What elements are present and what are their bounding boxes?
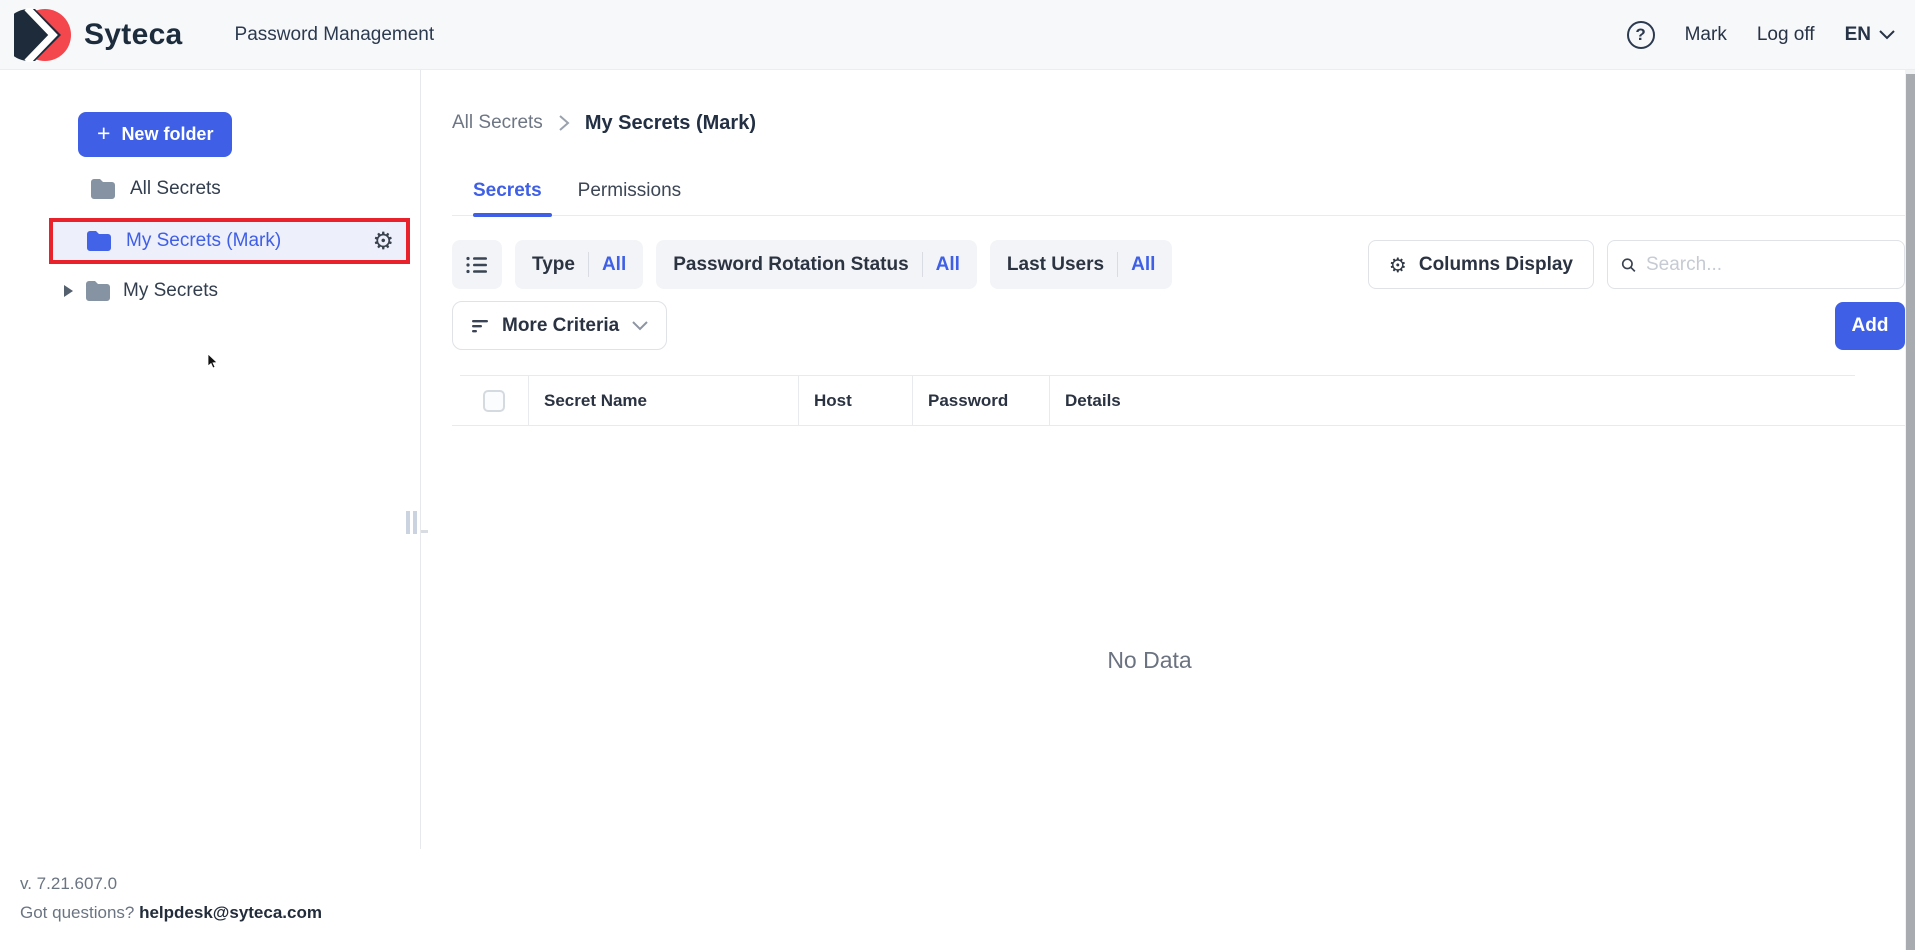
- search-input[interactable]: [1646, 254, 1891, 276]
- filter-password-rotation-status[interactable]: Password Rotation Status All: [656, 240, 977, 289]
- table-header-border: [452, 425, 1913, 426]
- filter-lines-icon: [471, 319, 489, 333]
- sidebar-item-label: My Secrets: [123, 280, 218, 302]
- criteria-toolbar: More Criteria Add: [452, 301, 1905, 350]
- chip-divider: [588, 252, 589, 277]
- select-all-checkbox[interactable]: [483, 390, 505, 412]
- brand-name: Syteca: [84, 18, 183, 52]
- search-icon: [1621, 255, 1636, 275]
- sidebar-item-all-secrets[interactable]: All Secrets: [90, 166, 221, 212]
- vertical-scrollbar: [1905, 70, 1915, 950]
- version-text: v. 7.21.607.0: [20, 874, 322, 894]
- stray-mark: [421, 530, 428, 533]
- tab-secrets[interactable]: Secrets: [473, 180, 542, 202]
- filter-type-value[interactable]: All: [602, 254, 626, 276]
- footer: v. 7.21.607.0 Got questions? helpdesk@sy…: [20, 874, 322, 923]
- chip-divider: [1117, 252, 1118, 277]
- tab-permissions[interactable]: Permissions: [578, 180, 681, 202]
- folder-icon: [90, 178, 116, 200]
- folder-icon: [85, 280, 111, 302]
- filter-type[interactable]: Type All: [515, 240, 643, 289]
- filter-last-users-label: Last Users: [1007, 254, 1104, 276]
- page-title: Password Management: [235, 24, 435, 46]
- column-header-secret-name[interactable]: Secret Name: [529, 376, 799, 425]
- breadcrumb-current: My Secrets (Mark): [585, 110, 756, 136]
- mouse-cursor: [207, 354, 219, 370]
- list-view-button[interactable]: [452, 240, 502, 289]
- filter-toolbar: Type All Password Rotation Status All La…: [452, 240, 1905, 289]
- chip-divider: [922, 252, 923, 277]
- user-menu[interactable]: Mark: [1685, 24, 1727, 46]
- support-email-link[interactable]: helpdesk@syteca.com: [139, 903, 322, 922]
- column-header-host[interactable]: Host: [799, 376, 913, 425]
- expand-caret-icon[interactable]: [64, 285, 73, 297]
- breadcrumb-all-secrets[interactable]: All Secrets: [452, 110, 543, 136]
- sidebar-item-my-secrets-mark[interactable]: My Secrets (Mark) ⚙: [49, 218, 410, 264]
- empty-state-text: No Data: [452, 647, 1847, 674]
- scrollbar-thumb[interactable]: [1906, 74, 1915, 950]
- sidebar-item-my-secrets[interactable]: My Secrets: [64, 268, 218, 314]
- folder-icon: [86, 230, 112, 252]
- search-box: [1607, 240, 1905, 289]
- logoff-link[interactable]: Log off: [1757, 24, 1815, 46]
- filter-type-label: Type: [532, 254, 575, 276]
- active-tab-underline: [473, 213, 552, 217]
- columns-display-label: Columns Display: [1419, 254, 1573, 276]
- language-selector[interactable]: EN: [1845, 24, 1895, 46]
- main-content: All Secrets My Secrets (Mark) Secrets Pe…: [421, 70, 1905, 950]
- column-header-password[interactable]: Password: [913, 376, 1050, 425]
- help-icon[interactable]: ?: [1627, 21, 1655, 49]
- new-folder-label: New folder: [121, 124, 213, 145]
- folder-settings-gear-icon[interactable]: ⚙: [372, 229, 394, 253]
- add-button[interactable]: Add: [1835, 302, 1905, 350]
- plus-icon: +: [97, 122, 110, 145]
- secrets-table-header: Secret Name Host Password Details: [460, 375, 1855, 425]
- sidebar-resize-handle[interactable]: [406, 511, 417, 534]
- more-criteria-label: More Criteria: [502, 315, 619, 337]
- chevron-down-icon: [632, 321, 648, 331]
- syteca-logo-icon: [14, 8, 72, 62]
- new-folder-button[interactable]: + New folder: [78, 112, 232, 157]
- sidebar-item-label: All Secrets: [130, 178, 221, 200]
- chevron-down-icon: [1879, 30, 1895, 40]
- list-icon: [466, 256, 488, 274]
- filter-last-users-value[interactable]: All: [1131, 254, 1155, 276]
- sidebar-item-label: My Secrets (Mark): [126, 230, 281, 252]
- app-header: Syteca Password Management ? Mark Log of…: [0, 0, 1915, 70]
- columns-display-button[interactable]: ⚙ Columns Display: [1368, 240, 1594, 289]
- chevron-right-icon: [558, 114, 570, 132]
- filter-rotation-label: Password Rotation Status: [673, 254, 908, 276]
- more-criteria-button[interactable]: More Criteria: [452, 301, 667, 350]
- breadcrumb: All Secrets My Secrets (Mark): [452, 110, 1905, 136]
- select-all-cell: [460, 376, 529, 425]
- sidebar: + New folder All Secrets My Secrets (Mar…: [0, 70, 420, 950]
- filter-last-users[interactable]: Last Users All: [990, 240, 1172, 289]
- filter-rotation-value[interactable]: All: [936, 254, 960, 276]
- tab-bar: Secrets Permissions: [452, 180, 1905, 216]
- language-label: EN: [1845, 24, 1871, 46]
- gear-icon: ⚙: [1389, 255, 1407, 275]
- column-header-details[interactable]: Details: [1050, 376, 1855, 425]
- questions-label: Got questions?: [20, 903, 134, 922]
